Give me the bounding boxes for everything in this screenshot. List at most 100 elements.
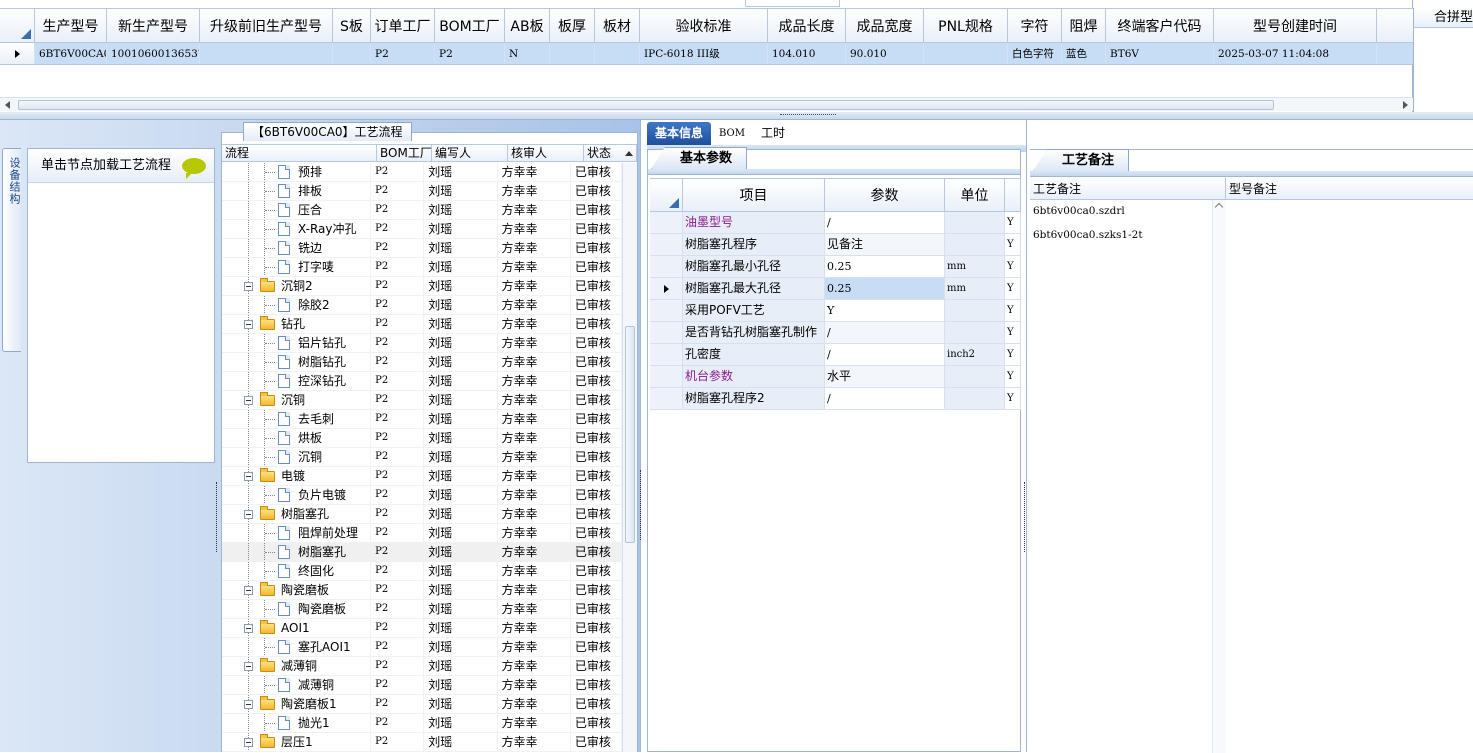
grid-cell[interactable]: P2 <box>435 43 505 64</box>
column-header[interactable]: 阻焊 <box>1062 9 1106 42</box>
column-header[interactable]: 验收标准 <box>640 9 768 42</box>
column-header[interactable]: 订单工厂 <box>371 9 435 42</box>
grid-cell[interactable]: IPC-6018 III级 <box>640 43 768 64</box>
param-row[interactable]: 是否背钻孔树脂塞孔制作 / Y <box>650 322 1021 344</box>
column-header[interactable]: S板 <box>333 9 371 42</box>
param-row[interactable]: 孔密度 / inch2 Y <box>650 344 1021 366</box>
param-row[interactable]: 树脂塞孔最大孔径 0.25 mm Y <box>650 278 1021 300</box>
tree-node[interactable]: 打字唛 <box>222 258 372 276</box>
tree-node[interactable]: 去毛刺 <box>222 410 372 428</box>
collapse-icon[interactable] <box>244 738 253 747</box>
tree-node[interactable]: 陶瓷磨板1 <box>222 695 372 713</box>
param-value[interactable]: 0.25 <box>825 278 945 299</box>
tree-row[interactable]: 电镀 P2 刘瑶 方幸幸 已审核 <box>222 467 622 486</box>
grid-cell[interactable]: 6BT6V00CA0 <box>35 43 107 64</box>
splitter-grip-icon[interactable] <box>1024 482 1027 552</box>
param-value[interactable]: Y <box>825 300 945 321</box>
scrollbar-thumb[interactable] <box>625 326 635 543</box>
notes-splitter[interactable] <box>1023 120 1029 752</box>
collapse-icon[interactable] <box>244 396 253 405</box>
row-selector[interactable] <box>650 278 683 299</box>
tree-row[interactable]: 沉铜2 P2 刘瑶 方幸幸 已审核 <box>222 277 622 296</box>
grid-cell[interactable]: 90.010 <box>846 43 924 64</box>
splitter-grip-icon[interactable] <box>216 482 219 552</box>
model-notes-column[interactable] <box>1226 200 1473 753</box>
tree-row[interactable]: 铣边 P2 刘瑶 方幸幸 已审核 <box>222 239 622 258</box>
tree-row[interactable]: 陶瓷磨板 P2 刘瑶 方幸幸 已审核 <box>222 581 622 600</box>
tree-row[interactable]: 减薄铜 P2 刘瑶 方幸幸 已审核 <box>222 657 622 676</box>
scrollbar-thumb[interactable] <box>18 100 1274 110</box>
row-selector[interactable] <box>650 366 683 387</box>
tab-work-hours[interactable]: 工时 <box>753 122 793 145</box>
grid-cell[interactable] <box>924 43 1008 64</box>
row-selector[interactable] <box>650 388 683 409</box>
collapse-icon[interactable] <box>244 700 253 709</box>
param-column-header[interactable]: 参数 <box>825 179 945 211</box>
row-selector[interactable] <box>0 43 35 64</box>
tree-row[interactable]: 树脂塞孔 P2 刘瑶 方幸幸 已审核 <box>222 505 622 524</box>
tree-row[interactable]: 烘板 P2 刘瑶 方幸幸 已审核 <box>222 429 622 448</box>
tree-node[interactable]: 铣边 <box>222 239 372 257</box>
process-column-header[interactable]: 核审人 <box>508 145 584 161</box>
param-row[interactable]: 机台参数 水平 Y <box>650 366 1021 388</box>
column-header[interactable]: 板材 <box>595 9 640 42</box>
tree-node[interactable]: 烘板 <box>222 429 372 447</box>
row-selector[interactable] <box>650 212 683 233</box>
tree-row[interactable]: 铝片钻孔 P2 刘瑶 方幸幸 已审核 <box>222 334 622 353</box>
scroll-up-icon[interactable] <box>1214 202 1224 212</box>
tree-node[interactable]: 预排 <box>222 163 372 181</box>
tree-node[interactable]: 陶瓷磨板 <box>222 600 372 618</box>
tree-row[interactable]: 打字唛 P2 刘瑶 方幸幸 已审核 <box>222 258 622 277</box>
column-header[interactable]: 生产型号 <box>35 9 107 42</box>
tree-row[interactable]: 陶瓷磨板 P2 刘瑶 方幸幸 已审核 <box>222 600 622 619</box>
param-value[interactable]: 见备注 <box>825 234 945 255</box>
tree-node[interactable]: AOI1 <box>222 619 372 637</box>
param-value[interactable]: / <box>825 212 945 233</box>
row-selector[interactable] <box>650 322 683 343</box>
column-header[interactable]: 新生产型号 <box>107 9 200 42</box>
param-value[interactable]: 0.25 <box>825 256 945 277</box>
param-value[interactable]: / <box>825 344 945 365</box>
tree-node[interactable]: 负片电镀 <box>222 486 372 504</box>
row-selector[interactable] <box>650 256 683 277</box>
tree-row[interactable]: 塞孔AOI1 P2 刘瑶 方幸幸 已审核 <box>222 638 622 657</box>
scroll-up-icon[interactable] <box>625 151 633 156</box>
tree-node[interactable]: 沉铜 <box>222 448 372 466</box>
param-column-header[interactable]: 项目 <box>683 179 825 211</box>
param-value[interactable]: / <box>825 322 945 343</box>
scroll-left-icon[interactable] <box>5 101 10 109</box>
grid-cell[interactable]: 10010600136537 <box>107 43 200 64</box>
tree-node[interactable]: 减薄铜 <box>222 657 372 675</box>
load-flow-header[interactable]: 单击节点加载工艺流程 <box>28 149 214 183</box>
horizontal-scrollbar[interactable] <box>0 97 1413 111</box>
row-selector[interactable] <box>650 234 683 255</box>
param-column-header[interactable]: 单位 <box>945 179 1005 211</box>
param-value[interactable]: / <box>825 388 945 409</box>
horizontal-splitter[interactable] <box>0 112 1473 120</box>
tree-node[interactable]: 抛光1 <box>222 714 372 732</box>
tree-row[interactable]: X-Ray冲孔 P2 刘瑶 方幸幸 已审核 <box>222 220 622 239</box>
grid-cell[interactable]: 2025-03-07 11:04:08 <box>1214 43 1377 64</box>
grid-cell[interactable] <box>333 43 371 64</box>
tree-row[interactable]: 负片电镀 P2 刘瑶 方幸幸 已审核 <box>222 486 622 505</box>
tree-row[interactable]: 沉铜 P2 刘瑶 方幸幸 已审核 <box>222 448 622 467</box>
collapse-icon[interactable] <box>244 624 253 633</box>
splitter-grip-icon[interactable] <box>780 114 836 118</box>
collapse-icon[interactable] <box>244 586 253 595</box>
tree-row[interactable]: 控深钻孔 P2 刘瑶 方幸幸 已审核 <box>222 372 622 391</box>
param-row[interactable]: 树脂塞孔最小孔径 0.25 mm Y <box>650 256 1021 278</box>
equipment-structure-tab[interactable]: 设备结构 <box>2 148 21 352</box>
tree-row[interactable]: 层压1 P2 刘瑶 方幸幸 已审核 <box>222 733 622 752</box>
tree-row[interactable]: AOI1 P2 刘瑶 方幸幸 已审核 <box>222 619 622 638</box>
collapse-icon[interactable] <box>244 320 253 329</box>
tree-row[interactable]: 树脂钻孔 P2 刘瑶 方幸幸 已审核 <box>222 353 622 372</box>
column-header[interactable]: 终端客户代码 <box>1106 9 1214 42</box>
param-corner-cell[interactable] <box>650 179 683 211</box>
mid-left-splitter[interactable] <box>639 120 645 752</box>
grid-cell[interactable]: 蓝色 <box>1062 43 1106 64</box>
tree-node[interactable]: 压合 <box>222 201 372 219</box>
tree-node[interactable]: 终固化 <box>222 562 372 580</box>
process-column-header[interactable]: 流程 <box>222 145 377 161</box>
tree-row[interactable]: 陶瓷磨板1 P2 刘瑶 方幸幸 已审核 <box>222 695 622 714</box>
grid-cell[interactable] <box>550 43 595 64</box>
